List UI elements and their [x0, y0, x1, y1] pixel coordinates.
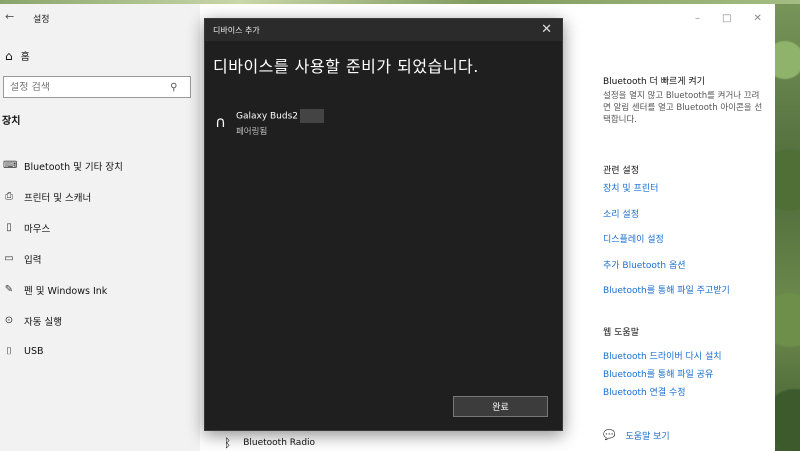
link-more-bluetooth-options[interactable]: 추가 Bluetooth 옵션: [603, 258, 686, 271]
done-button[interactable]: 완료: [453, 396, 548, 417]
headset-icon: ∩: [215, 113, 226, 131]
link-display-settings[interactable]: 디스플레이 설정: [603, 232, 664, 245]
bluetooth-devices-icon: ⌨: [3, 160, 18, 171]
bluetooth-radio-item[interactable]: ᛒ Bluetooth Radio: [224, 436, 315, 450]
quick-description: 설정을 열지 않고 Bluetooth를 켜거나 끄려면 알림 센터를 열고 B…: [603, 91, 763, 125]
sidebar-item-label: 마우스: [24, 223, 51, 235]
close-icon[interactable]: ✕: [753, 13, 761, 24]
maximize-icon[interactable]: □: [722, 13, 731, 24]
home-icon: ⌂: [5, 48, 13, 63]
sidebar-item-label: 입력: [24, 254, 42, 266]
redacted-block: [300, 109, 325, 123]
dialog-close-icon[interactable]: ✕: [541, 22, 552, 37]
sidebar: ← 설정 ⌂ 홈 ⚲ 장치 ⌨ Bluetooth 및 기타 장치 ⎙ 프린터 …: [0, 4, 200, 451]
sidebar-item-printers[interactable]: ⎙ 프린터 및 스캐너: [3, 181, 198, 212]
sidebar-item-typing[interactable]: ▭ 입력: [3, 243, 198, 274]
dialog-titlebar: 디바이스 추가 ✕: [205, 19, 562, 41]
help-heading: 웹 도움말: [603, 328, 639, 338]
dialog-title: 디바이스 추가: [213, 26, 260, 35]
section-title: 장치: [2, 116, 21, 127]
link-send-receive-files[interactable]: Bluetooth를 통해 파일 주고받기: [603, 283, 730, 296]
help-chat-icon: 💬: [603, 430, 616, 441]
back-arrow-icon[interactable]: ←: [5, 10, 14, 23]
device-status: 페어링됨: [235, 127, 268, 137]
search-box[interactable]: ⚲: [3, 76, 191, 98]
sidebar-item-home[interactable]: ⌂ 홈: [5, 48, 30, 64]
sidebar-item-label: Bluetooth 및 기타 장치: [24, 161, 123, 173]
autoplay-icon: ⊙: [4, 315, 14, 326]
keyboard-icon: ▭: [4, 253, 14, 264]
sidebar-nav: ⌨ Bluetooth 및 기타 장치 ⎙ 프린터 및 스캐너 ▯ 마우스 ▭ …: [3, 150, 198, 367]
printer-icon: ⎙: [5, 191, 13, 202]
pen-icon: ✎: [4, 284, 14, 295]
quick-heading: Bluetooth 더 빠르게 켜기: [603, 77, 705, 87]
add-device-dialog: 디바이스 추가 ✕ 디바이스를 사용할 준비가 되었습니다. ∩ Galaxy …: [204, 18, 563, 431]
usb-icon: ⌷: [6, 346, 12, 357]
dialog-heading: 디바이스를 사용할 준비가 되었습니다.: [213, 57, 479, 76]
link-share-files[interactable]: Bluetooth를 통해 파일 공유: [603, 367, 713, 380]
search-icon: ⚲: [170, 81, 178, 93]
sidebar-item-label: 자동 실행: [24, 316, 62, 328]
sidebar-item-usb[interactable]: ⌷ USB: [3, 336, 198, 367]
get-help-label: 도움말 보기: [625, 432, 670, 442]
sidebar-item-pen[interactable]: ✎ 펜 및 Windows Ink: [3, 274, 198, 305]
sidebar-item-label: 펜 및 Windows Ink: [24, 285, 108, 297]
minimize-icon[interactable]: –: [695, 13, 700, 24]
link-fix-connection[interactable]: Bluetooth 연결 수정: [603, 385, 686, 398]
sidebar-item-label: USB: [24, 346, 44, 357]
sidebar-item-autoplay[interactable]: ⊙ 자동 실행: [3, 305, 198, 336]
get-help-link[interactable]: 💬 도움말 보기: [603, 429, 670, 442]
home-label: 홈: [20, 52, 30, 63]
search-input[interactable]: [10, 81, 170, 93]
related-heading: 관련 설정: [603, 166, 639, 176]
window-controls: – □ ✕: [695, 13, 762, 24]
mouse-icon: ▯: [6, 222, 12, 233]
device-name: Galaxy Buds2: [235, 111, 299, 122]
bluetooth-radio-label: Bluetooth Radio: [243, 438, 316, 448]
bluetooth-icon: ᛒ: [224, 436, 232, 450]
sidebar-item-mouse[interactable]: ▯ 마우스: [3, 212, 198, 243]
sidebar-item-label: 프린터 및 스캐너: [24, 192, 92, 204]
link-reinstall-driver[interactable]: Bluetooth 드라이버 다시 설치: [603, 349, 722, 362]
paired-device[interactable]: ∩ Galaxy Buds2 페어링됨: [215, 109, 325, 137]
link-sound-settings[interactable]: 소리 설정: [603, 207, 639, 220]
window-title: 설정: [33, 15, 50, 25]
link-devices-printers[interactable]: 장치 및 프린터: [603, 181, 658, 194]
sidebar-item-bluetooth[interactable]: ⌨ Bluetooth 및 기타 장치: [3, 150, 198, 181]
